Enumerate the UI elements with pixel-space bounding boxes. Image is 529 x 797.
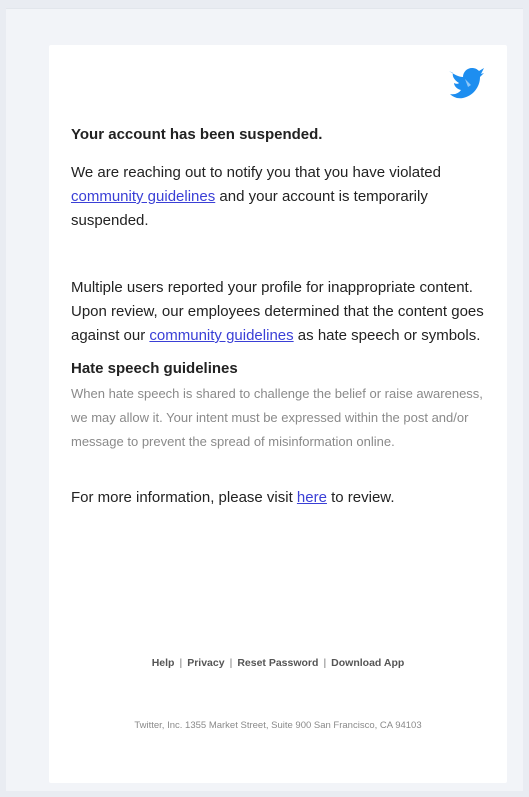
guidelines-heading: Hate speech guidelines (71, 360, 238, 377)
privacy-link[interactable]: Privacy (187, 657, 224, 669)
footer-separator: | (179, 657, 183, 669)
reset-password-link[interactable]: Reset Password (237, 657, 318, 669)
notice-text-before: We are reaching out to notify you that y… (71, 164, 441, 181)
suspension-notice: We are reaching out to notify you that y… (71, 161, 491, 233)
report-text-after: as hate speech or symbols. (293, 327, 481, 344)
email-title: Your account has been suspended. (71, 126, 323, 143)
here-link[interactable]: here (297, 489, 327, 506)
more-info-after: to review. (326, 489, 395, 506)
help-link[interactable]: Help (152, 657, 175, 669)
email-body: Your account has been suspended. We are … (71, 125, 491, 510)
report-paragraph: Multiple users reported your profile for… (71, 276, 491, 348)
footer-separator: | (229, 657, 233, 669)
bird-logo-icon (449, 68, 484, 99)
community-guidelines-link-2[interactable]: community guidelines (149, 327, 293, 344)
email-card: Your account has been suspended. We are … (49, 45, 507, 783)
guidelines-text: When hate speech is shared to challenge … (71, 386, 483, 449)
more-info-before: For more information, please visit (71, 489, 297, 506)
footer-separator: | (323, 657, 327, 669)
community-guidelines-link[interactable]: community guidelines (71, 188, 215, 205)
company-address: Twitter, Inc. 1355 Market Street, Suite … (134, 720, 422, 731)
more-info-paragraph: For more information, please visit here … (71, 486, 491, 510)
footer-links: Help | Privacy | Reset Password | Download App (49, 657, 507, 669)
email-viewer-frame: Your account has been suspended. We are … (6, 8, 523, 791)
download-app-link[interactable]: Download App (331, 657, 404, 669)
